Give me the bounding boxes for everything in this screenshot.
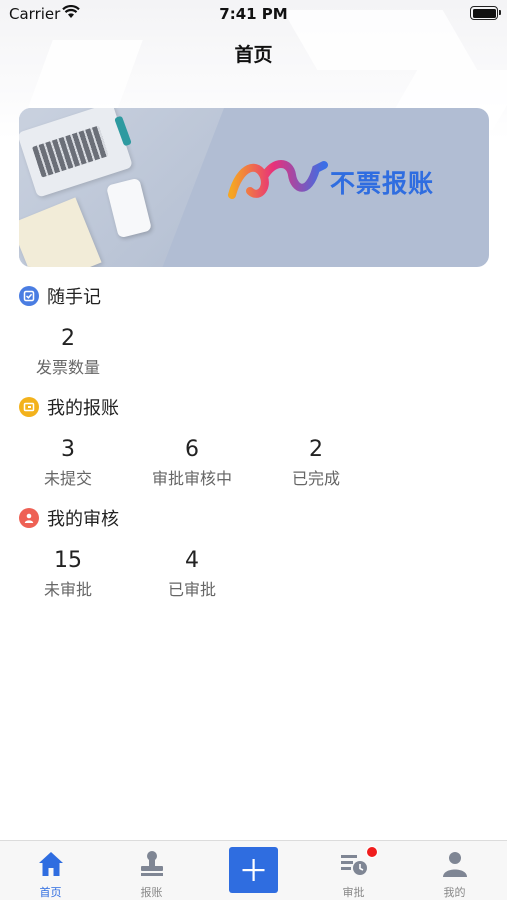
status-bar: Carrier 7:41 PM — [0, 0, 507, 28]
section-review-label: 我的审核 — [47, 509, 119, 530]
tab-label: 首页 — [39, 886, 62, 899]
notification-badge — [366, 846, 378, 858]
stat-pending-approval[interactable]: 15 未审批 — [8, 548, 128, 600]
section-reimburse-label: 我的报账 — [47, 398, 119, 419]
stat-label: 未提交 — [43, 469, 92, 488]
stat-value: 3 — [61, 437, 75, 462]
home-icon — [39, 852, 63, 876]
tab-home[interactable]: 首页 — [0, 841, 101, 900]
clock: 7:41 PM — [219, 5, 288, 23]
stat-value: 15 — [54, 548, 82, 573]
stat-label: 已完成 — [291, 469, 340, 488]
tab-label: 审批 — [342, 886, 365, 899]
stat-value: 6 — [185, 437, 199, 462]
stat-completed[interactable]: 2 已完成 — [256, 437, 376, 489]
stat-invoice-count[interactable]: 2 发票数量 — [8, 326, 128, 378]
stat-in-review[interactable]: 6 审批审核中 — [132, 437, 252, 489]
tab-mine[interactable]: 我的 — [404, 841, 505, 900]
user-icon — [19, 508, 39, 528]
checkbox-icon — [19, 286, 39, 306]
tab-label: 报账 — [140, 886, 163, 899]
stat-label: 未审批 — [43, 580, 92, 599]
brand-logo-icon — [228, 160, 328, 199]
plus-icon — [242, 859, 265, 881]
wallet-icon — [19, 397, 39, 417]
stat-label: 审批审核中 — [151, 469, 232, 488]
stat-approved[interactable]: 4 已审批 — [132, 548, 252, 600]
stat-value: 4 — [185, 548, 199, 573]
section-reimburse-title: 我的报账 — [19, 396, 119, 419]
stat-label: 已审批 — [167, 580, 216, 599]
approval-list-icon — [341, 855, 367, 875]
stat-unsubmitted[interactable]: 3 未提交 — [8, 437, 128, 489]
stat-label: 发票数量 — [35, 358, 100, 377]
section-review-title: 我的审核 — [19, 507, 119, 530]
add-button[interactable] — [229, 847, 278, 893]
brand-name: 不票报账 — [330, 169, 435, 198]
page-title: 首页 — [234, 44, 273, 66]
section-notes-label: 随手记 — [47, 287, 101, 308]
section-notes-title: 随手记 — [19, 285, 101, 308]
person-icon — [443, 852, 467, 877]
tab-reimburse[interactable]: 报账 — [101, 841, 202, 900]
battery-icon — [470, 6, 501, 20]
tab-label: 我的 — [443, 886, 466, 899]
tab-approval[interactable]: 审批 — [303, 841, 404, 900]
promo-banner[interactable]: 不票报账 — [19, 108, 489, 267]
stat-value: 2 — [61, 326, 75, 351]
stat-value: 2 — [309, 437, 323, 462]
stamp-icon — [141, 851, 163, 876]
